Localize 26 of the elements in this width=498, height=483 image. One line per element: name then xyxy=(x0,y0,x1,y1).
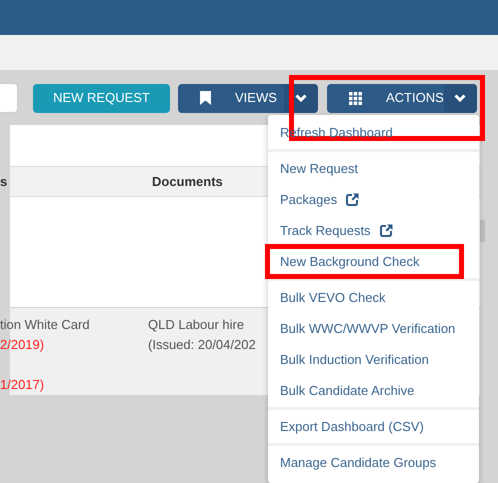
cell-text: 1/2017) xyxy=(0,376,44,394)
chevron-down-icon xyxy=(454,94,466,102)
dropdown-toggle[interactable] xyxy=(444,84,477,112)
external-link-icon xyxy=(346,193,360,206)
external-link-icon xyxy=(380,224,393,237)
cell-text: tion White Card xyxy=(0,316,90,334)
bookmark-icon xyxy=(200,91,211,105)
menu-item[interactable]: Bulk WWC/WWVP Verification xyxy=(268,313,479,344)
scrollbar-thumb[interactable] xyxy=(480,220,485,242)
cell-text: QLD Labour hire xyxy=(148,316,244,334)
new-request-button[interactable]: NEW REQUEST xyxy=(33,84,170,112)
cell-text: 2/2019) xyxy=(0,336,44,354)
menu-item[interactable]: Export Dashboard (CSV) xyxy=(268,411,479,442)
menu-item[interactable]: New Background Check xyxy=(265,244,464,279)
menu-item[interactable]: Bulk VEVO Check xyxy=(268,282,479,313)
column-header: s xyxy=(0,172,8,191)
chevron-down-icon xyxy=(295,94,307,102)
menu-item[interactable]: Bulk Induction Verification xyxy=(268,344,479,375)
menu-item[interactable]: Manage Candidate Groups xyxy=(268,447,479,478)
column-header: Documents xyxy=(152,172,223,191)
grid-icon xyxy=(349,92,362,104)
menu-item[interactable]: Bulk Candidate Archive xyxy=(268,375,479,406)
menu-item[interactable]: New Request xyxy=(268,153,479,184)
cell-text: (Issued: 20/04/202 xyxy=(148,336,256,354)
menu-item[interactable]: Track Requests xyxy=(268,215,479,246)
menu-item[interactable]: Packages xyxy=(268,184,479,215)
